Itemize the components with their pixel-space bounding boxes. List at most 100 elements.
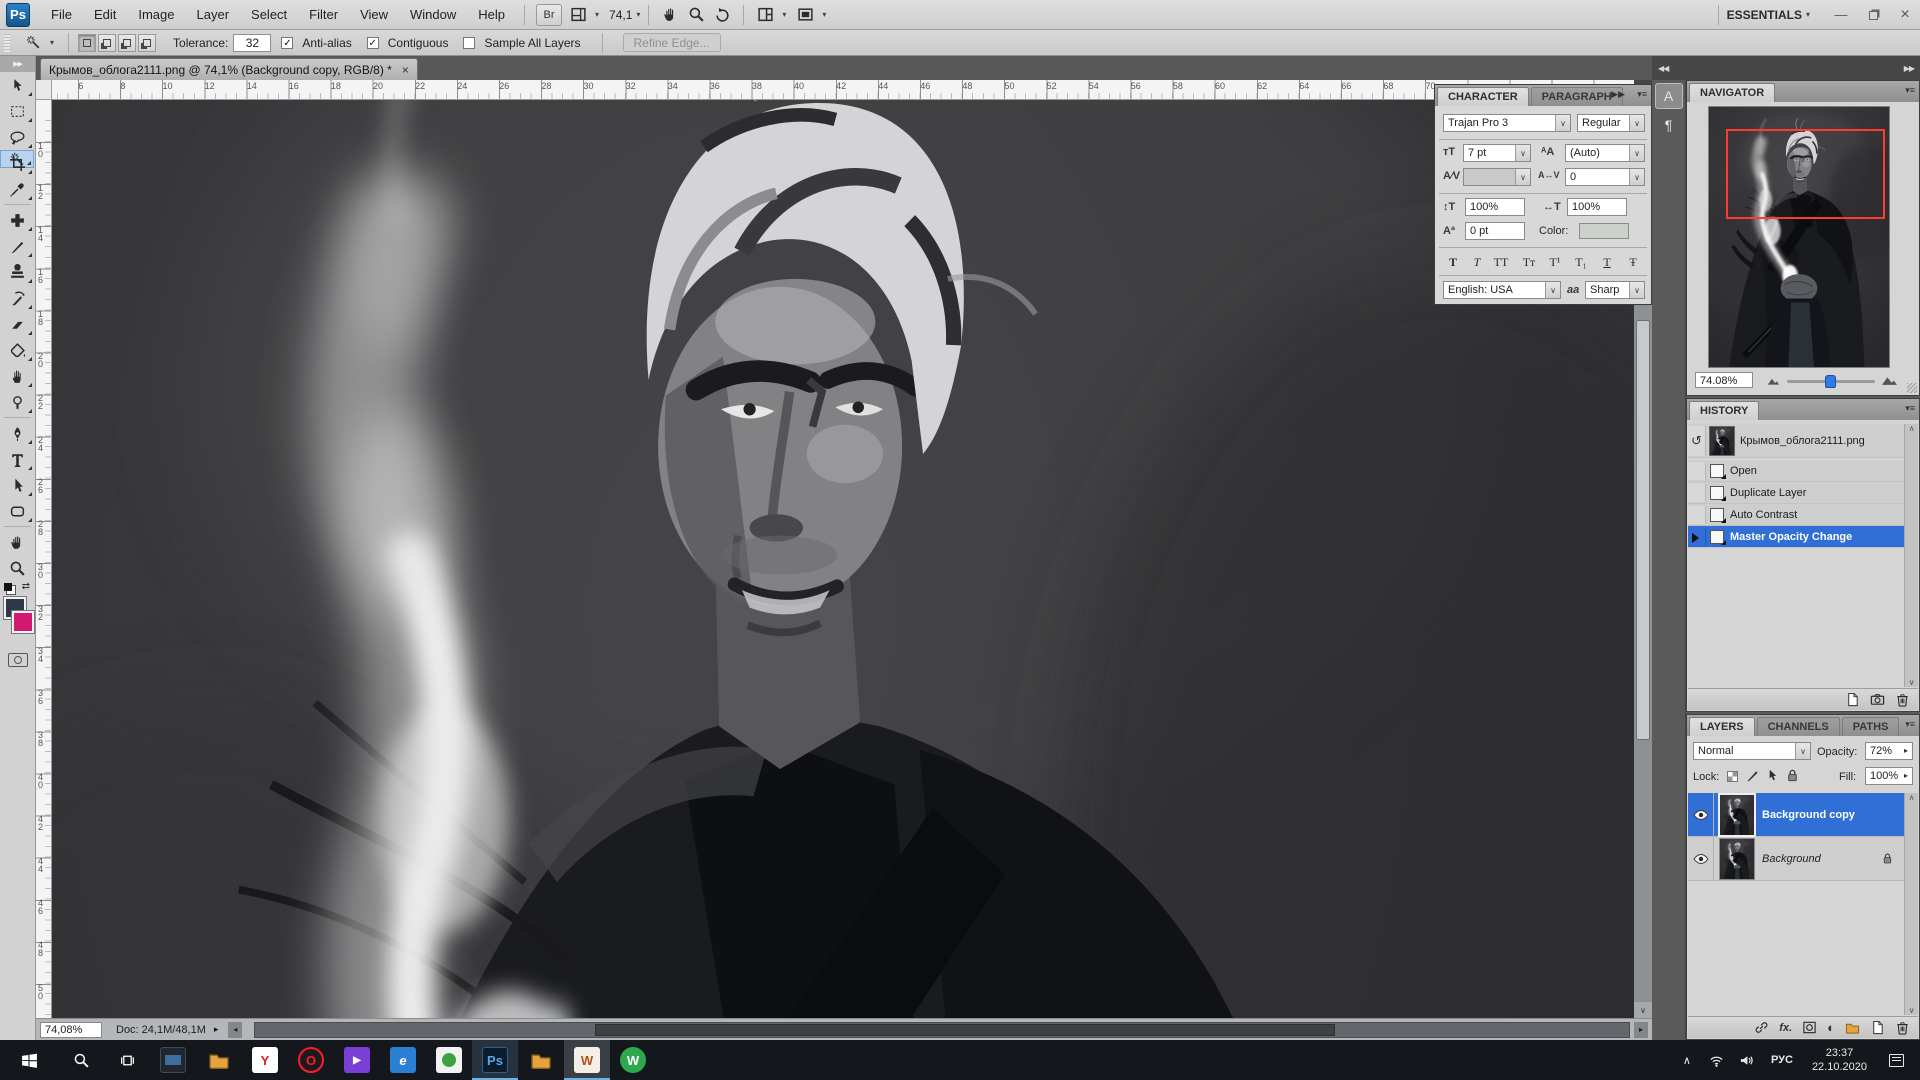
taskbar-app-wacom[interactable]: W: [564, 1040, 610, 1080]
tolerance-input[interactable]: 32: [233, 34, 271, 52]
collapse-panel-icon[interactable]: ▶▶: [1611, 89, 1625, 100]
subscript-button[interactable]: T₁: [1569, 252, 1593, 272]
intersect-selection-button[interactable]: [138, 34, 156, 52]
history-source-checkbox[interactable]: [1688, 506, 1706, 524]
kerning-select[interactable]: ∨: [1463, 168, 1531, 186]
history-scrollbar[interactable]: ∧ ∨: [1904, 424, 1918, 687]
taskbar-search-button[interactable]: [58, 1040, 104, 1080]
screen-mode-button[interactable]: ▾: [792, 4, 826, 26]
hand-tool-icon[interactable]: [659, 4, 681, 26]
spinner-icon[interactable]: ▸: [1904, 768, 1908, 784]
horizontal-scroll-thumb[interactable]: [595, 1024, 1335, 1036]
strikethrough-button[interactable]: Ŧ: [1621, 252, 1645, 272]
smudge-tool[interactable]: [0, 363, 34, 389]
subtract-from-selection-button[interactable]: [118, 34, 136, 52]
new-selection-button[interactable]: [78, 34, 96, 52]
scroll-up-icon[interactable]: ∧: [1909, 424, 1915, 433]
menu-file[interactable]: File: [40, 0, 83, 30]
menu-layer[interactable]: Layer: [186, 0, 241, 30]
menu-image[interactable]: Image: [127, 0, 185, 30]
add-layer-mask-icon[interactable]: [1802, 1020, 1817, 1035]
arrange-documents-button[interactable]: ▾: [752, 4, 786, 26]
minimize-button[interactable]: —: [1826, 4, 1856, 26]
eraser-tool[interactable]: [0, 311, 34, 337]
layer-visibility-toggle[interactable]: [1688, 837, 1714, 881]
navigator-zoom-field[interactable]: 74.08%: [1695, 372, 1753, 388]
tab-paragraph[interactable]: PARAGRAPH: [1531, 87, 1623, 106]
delete-state-icon[interactable]: [1895, 692, 1910, 707]
rotate-view-icon[interactable]: [711, 4, 733, 26]
horizontal-scale-input[interactable]: 100%: [1567, 198, 1627, 216]
menu-edit[interactable]: Edit: [83, 0, 127, 30]
status-options-icon[interactable]: ▸: [214, 1024, 219, 1035]
view-extras-button[interactable]: ▾: [565, 4, 599, 26]
menu-window[interactable]: Window: [399, 0, 467, 30]
new-group-icon[interactable]: [1845, 1020, 1860, 1035]
panel-resize-grip[interactable]: [1907, 383, 1917, 393]
history-step-duplicate-layer[interactable]: Duplicate Layer: [1688, 482, 1904, 504]
panel-menu-icon[interactable]: ▾≡: [1905, 85, 1915, 96]
shape-tool[interactable]: [0, 498, 34, 524]
app-logo[interactable]: Ps: [6, 3, 30, 27]
tab-paths[interactable]: PATHS: [1842, 717, 1900, 736]
scroll-left-icon[interactable]: ◂: [228, 1022, 242, 1038]
eyedropper-tool[interactable]: [0, 176, 34, 202]
swap-colors-icon[interactable]: ⇄: [22, 581, 30, 592]
workspace-switcher[interactable]: ESSENTIALS ▾: [1727, 8, 1810, 22]
layer-row-background[interactable]: Background: [1688, 837, 1904, 881]
scroll-up-icon[interactable]: ∧: [1909, 793, 1915, 802]
taskbar-app-paint[interactable]: [426, 1040, 472, 1080]
scroll-down-icon[interactable]: ∨: [1634, 1002, 1652, 1018]
lock-all-icon[interactable]: [1785, 768, 1800, 783]
history-source-checkbox[interactable]: [1688, 528, 1706, 546]
quick-mask-button[interactable]: [8, 653, 28, 667]
network-icon[interactable]: [1702, 1053, 1732, 1068]
type-tool[interactable]: [0, 446, 34, 472]
clone-stamp-tool[interactable]: [0, 259, 34, 285]
panel-menu-icon[interactable]: ▾≡: [1905, 403, 1915, 414]
taskbar-app-opera[interactable]: O: [288, 1040, 334, 1080]
scroll-down-icon[interactable]: ∨: [1909, 678, 1915, 687]
fill-input[interactable]: 100% ▸: [1865, 767, 1913, 785]
paint-bucket-tool[interactable]: [0, 337, 34, 363]
zoom-percentage-field[interactable]: 74,08%: [40, 1022, 102, 1038]
zoom-out-icon[interactable]: [1767, 374, 1780, 387]
lock-pixels-icon[interactable]: [1745, 768, 1760, 783]
add-to-selection-button[interactable]: [98, 34, 116, 52]
healing-brush-tool[interactable]: [0, 207, 34, 233]
font-family-select[interactable]: Trajan Pro 3 ∨: [1443, 114, 1571, 132]
crop-tool[interactable]: [0, 150, 34, 176]
spinner-icon[interactable]: ▸: [1904, 743, 1908, 759]
zoom-tool[interactable]: [0, 555, 34, 581]
history-source-checkbox[interactable]: [1688, 484, 1706, 502]
document-tab[interactable]: Крымов_облога2111.png @ 74,1% (Backgroun…: [40, 58, 418, 80]
taskbar-app-explorer[interactable]: [196, 1040, 242, 1080]
blend-mode-select[interactable]: Normal ∨: [1693, 742, 1811, 760]
navigator-proxy-rectangle[interactable]: [1726, 129, 1885, 219]
history-brush-tool[interactable]: [0, 285, 34, 311]
taskbar-app-photoshop[interactable]: Ps: [472, 1040, 518, 1080]
faux-italic-button[interactable]: T: [1465, 252, 1489, 272]
baseline-shift-input[interactable]: 0 pt: [1465, 222, 1525, 240]
history-brush-source-icon[interactable]: ↺: [1688, 426, 1706, 456]
layers-scrollbar[interactable]: ∧ ∨: [1904, 793, 1918, 1015]
navigator-zoom-slider[interactable]: [1787, 380, 1875, 383]
sample-all-layers-checkbox[interactable]: [463, 37, 475, 49]
anti-alias-checkbox[interactable]: ✓: [281, 37, 293, 49]
lasso-tool[interactable]: [0, 124, 34, 150]
layer-style-icon[interactable]: fx.: [1779, 1022, 1792, 1034]
hand-tool[interactable]: [0, 529, 34, 555]
path-selection-tool[interactable]: [0, 472, 34, 498]
collapse-dock-icon[interactable]: ◀◀: [1658, 64, 1668, 73]
volume-icon[interactable]: [1732, 1053, 1762, 1068]
text-color-swatch[interactable]: [1579, 223, 1629, 239]
ruler-horizontal[interactable]: 6810121416182022242628303234363840424446…: [52, 80, 1634, 100]
background-color-swatch[interactable]: [12, 611, 34, 633]
panel-menu-icon[interactable]: ▾≡: [1637, 89, 1647, 100]
history-step-master-opacity-change[interactable]: Master Opacity Change: [1688, 526, 1904, 548]
layer-name[interactable]: Background: [1762, 853, 1821, 865]
history-step-open[interactable]: Open: [1688, 460, 1904, 482]
menu-filter[interactable]: Filter: [298, 0, 349, 30]
tool-preset-picker[interactable]: ▾: [20, 32, 54, 54]
taskbar-app-webmoney[interactable]: W: [610, 1040, 656, 1080]
